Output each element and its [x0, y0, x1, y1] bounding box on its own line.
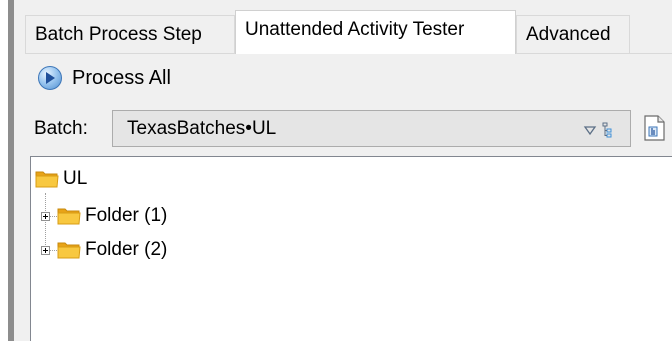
batch-selected-value: TexasBatches•UL — [127, 118, 277, 139]
batch-tree-view[interactable]: UL Folder (1) Folder (2) — [30, 156, 672, 341]
process-all-button[interactable]: Process All — [38, 64, 171, 92]
folder-icon — [57, 242, 81, 259]
process-all-label: Process All — [72, 66, 171, 89]
tree-node-label: UL — [63, 168, 88, 189]
expand-toggle-folder-1[interactable] — [41, 212, 50, 221]
folder-icon — [35, 171, 59, 188]
document-icon[interactable] — [643, 115, 665, 147]
expand-toggle-folder-2[interactable] — [41, 246, 50, 255]
window-left-border — [8, 0, 14, 341]
tab-batch-process-step[interactable]: Batch Process Step — [25, 15, 235, 53]
tree-node-folder-1[interactable]: Folder (1) — [57, 204, 167, 228]
filter-tree-icon[interactable] — [582, 121, 620, 145]
batch-label: Batch: — [34, 118, 88, 139]
tree-node-label: Folder (1) — [85, 205, 168, 226]
tab-unattended-activity-tester[interactable]: Unattended Activity Tester — [235, 10, 516, 54]
play-circle-icon — [38, 66, 62, 90]
tab-label: Batch Process Step — [35, 24, 202, 45]
window-left-edge — [0, 0, 8, 341]
tree-node-folder-2[interactable]: Folder (2) — [57, 238, 167, 262]
batch-select[interactable]: TexasBatches•UL — [112, 110, 631, 147]
tab-label: Unattended Activity Tester — [245, 19, 465, 40]
tree-node-root[interactable]: UL — [35, 167, 87, 191]
folder-icon — [57, 208, 81, 225]
tree-connector — [45, 193, 46, 249]
tree-node-label: Folder (2) — [85, 239, 168, 260]
tab-label: Advanced — [526, 24, 611, 45]
tab-advanced[interactable]: Advanced — [516, 15, 630, 53]
